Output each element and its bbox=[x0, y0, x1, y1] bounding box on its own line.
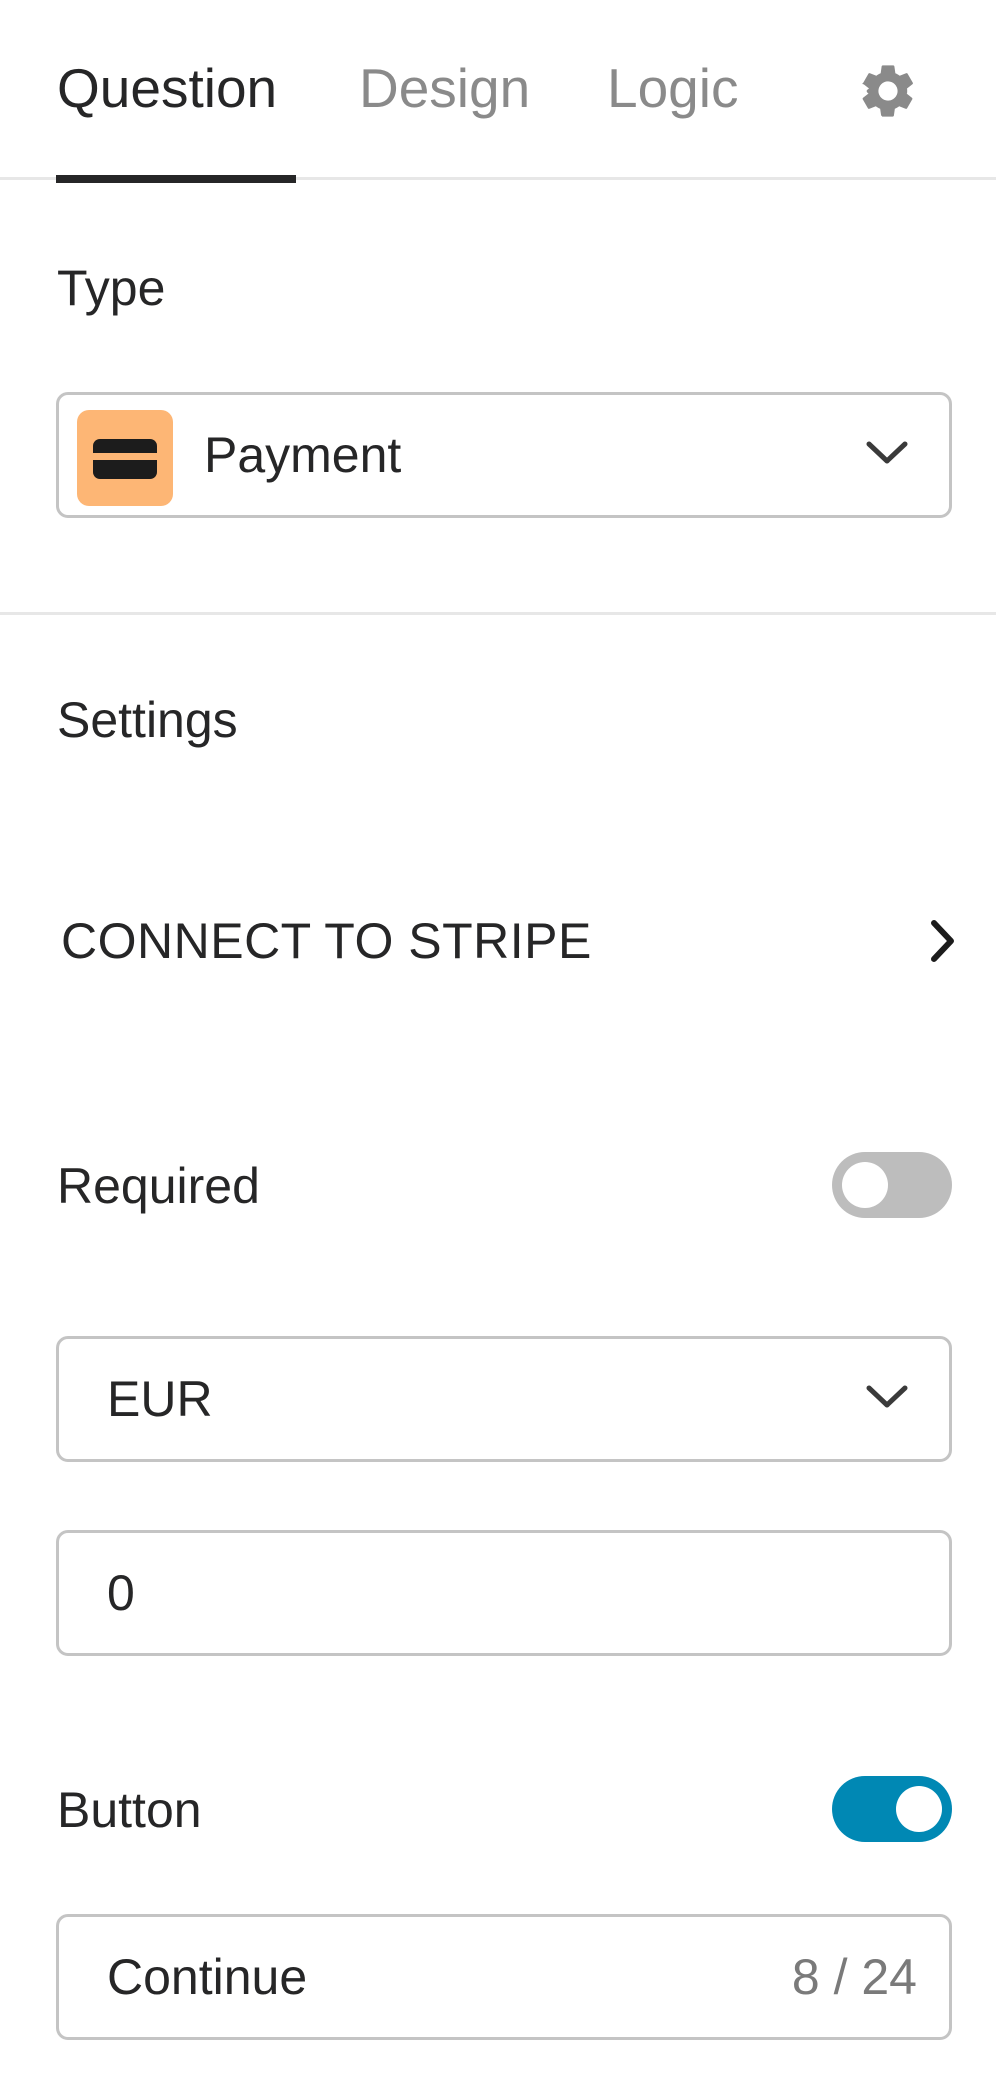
tab-question[interactable]: Question bbox=[57, 52, 277, 124]
chevron-down-icon bbox=[866, 441, 908, 464]
toggle-knob bbox=[842, 1162, 888, 1208]
toggle-knob bbox=[896, 1786, 942, 1832]
question-type-select[interactable]: Payment bbox=[56, 392, 952, 518]
chevron-down-icon bbox=[866, 1385, 908, 1408]
button-text-input[interactable]: Continue 8 / 24 bbox=[56, 1914, 952, 2040]
connect-stripe-label: CONNECT TO STRIPE bbox=[61, 913, 592, 969]
chevron-right-icon bbox=[931, 920, 954, 962]
connect-stripe-link[interactable]: CONNECT TO STRIPE bbox=[56, 900, 956, 982]
amount-value: 0 bbox=[107, 1565, 135, 1621]
currency-value: EUR bbox=[107, 1371, 213, 1427]
button-label: Button bbox=[57, 1782, 202, 1838]
question-type-value: Payment bbox=[204, 427, 402, 483]
tab-design[interactable]: Design bbox=[359, 52, 530, 124]
currency-select[interactable]: EUR bbox=[56, 1336, 952, 1462]
settings-heading: Settings bbox=[57, 692, 238, 748]
type-label: Type bbox=[57, 260, 166, 316]
active-tab-indicator bbox=[56, 175, 296, 183]
button-toggle[interactable] bbox=[832, 1776, 952, 1842]
required-label: Required bbox=[57, 1158, 260, 1214]
section-divider bbox=[0, 612, 996, 615]
tab-bar: Question Design Logic bbox=[0, 0, 996, 183]
button-text-value: Continue bbox=[107, 1949, 308, 2005]
character-counter: 8 / 24 bbox=[791, 1949, 917, 2005]
gear-icon[interactable] bbox=[856, 59, 920, 123]
amount-input[interactable]: 0 bbox=[56, 1530, 952, 1656]
credit-card-icon bbox=[77, 410, 173, 506]
tab-logic[interactable]: Logic bbox=[607, 52, 738, 124]
required-toggle[interactable] bbox=[832, 1152, 952, 1218]
